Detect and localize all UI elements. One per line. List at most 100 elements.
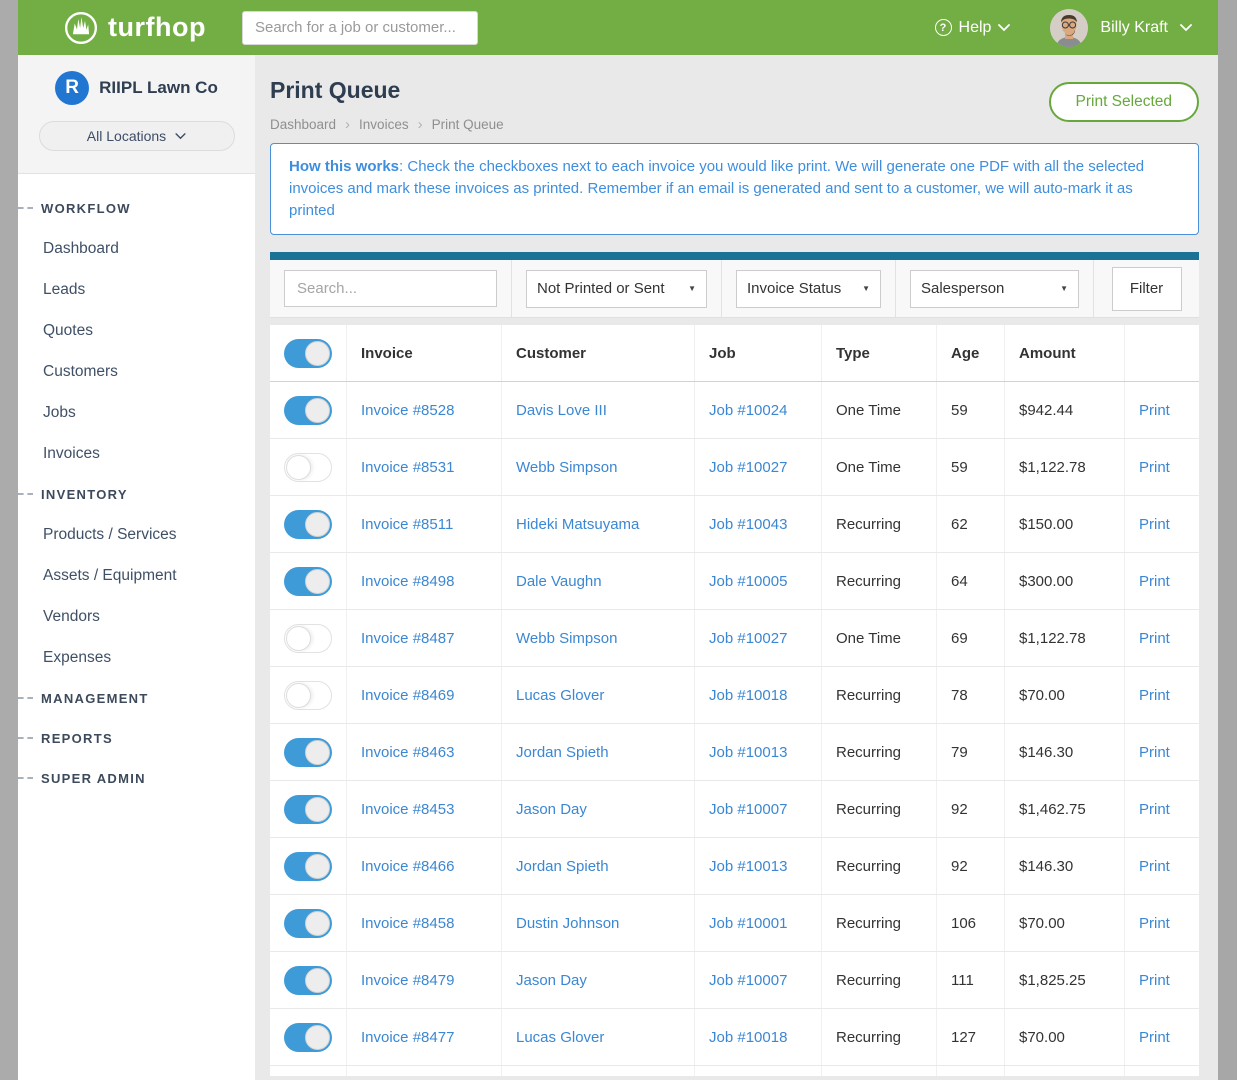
customer-link[interactable]: Jason Day (502, 952, 695, 1008)
customer-link[interactable]: Jason Day (502, 781, 695, 837)
customer-link[interactable]: Webb Simpson (502, 439, 695, 495)
user-name[interactable]: Billy Kraft (1100, 19, 1168, 37)
invoice-status-select[interactable]: Invoice Status ▼ (736, 270, 881, 308)
print-link[interactable]: Print (1125, 838, 1199, 894)
print-link[interactable]: Print (1125, 952, 1199, 1008)
invoice-link[interactable]: Invoice #8477 (347, 1009, 502, 1065)
table-row-partial (270, 1066, 1199, 1076)
column-header-job[interactable]: Job (695, 325, 822, 381)
print-link[interactable]: Print (1125, 724, 1199, 780)
row-select-toggle[interactable] (284, 396, 332, 425)
company[interactable]: R RIIPL Lawn Co (18, 71, 255, 105)
customer-link[interactable]: Dustin Johnson (502, 895, 695, 951)
sidebar-item-dashboard[interactable]: Dashboard (18, 228, 255, 269)
row-select-toggle[interactable] (284, 453, 332, 482)
print-link[interactable]: Print (1125, 1009, 1199, 1065)
job-link[interactable]: Job #10024 (695, 382, 822, 438)
print-link[interactable]: Print (1125, 382, 1199, 438)
invoice-link[interactable]: Invoice #8531 (347, 439, 502, 495)
breadcrumb-item-print-queue[interactable]: Print Queue (432, 117, 504, 132)
invoice-link[interactable]: Invoice #8511 (347, 496, 502, 552)
invoice-age: 92 (937, 781, 1005, 837)
help-menu[interactable]: ? Help (935, 19, 1011, 37)
breadcrumb-item-dashboard[interactable]: Dashboard (270, 117, 336, 132)
sidebar-item-invoices[interactable]: Invoices (18, 433, 255, 474)
row-select-toggle[interactable] (284, 966, 332, 995)
row-select-toggle[interactable] (284, 510, 332, 539)
column-header-type[interactable]: Type (822, 325, 937, 381)
job-link[interactable]: Job #10043 (695, 496, 822, 552)
locations-dropdown[interactable]: All Locations (39, 121, 235, 151)
print-selected-button[interactable]: Print Selected (1049, 82, 1200, 122)
row-select-toggle[interactable] (284, 567, 332, 596)
invoice-link[interactable]: Invoice #8458 (347, 895, 502, 951)
job-link[interactable]: Job #10001 (695, 895, 822, 951)
print-link[interactable]: Print (1125, 553, 1199, 609)
print-link[interactable]: Print (1125, 439, 1199, 495)
column-header-amount[interactable]: Amount (1005, 325, 1125, 381)
invoice-link[interactable]: Invoice #8479 (347, 952, 502, 1008)
sidebar-item-jobs[interactable]: Jobs (18, 392, 255, 433)
invoice-link[interactable]: Invoice #8453 (347, 781, 502, 837)
job-link[interactable]: Job #10027 (695, 439, 822, 495)
job-link[interactable]: Job #10007 (695, 952, 822, 1008)
job-link[interactable]: Job #10018 (695, 667, 822, 723)
customer-link[interactable]: Hideki Matsuyama (502, 496, 695, 552)
column-header-customer[interactable]: Customer (502, 325, 695, 381)
sidebar-item-expenses[interactable]: Expenses (18, 637, 255, 678)
print-link[interactable]: Print (1125, 667, 1199, 723)
table-search-input[interactable] (284, 270, 497, 307)
column-header-invoice[interactable]: Invoice (347, 325, 502, 381)
invoice-link[interactable]: Invoice #8487 (347, 610, 502, 666)
row-select-toggle[interactable] (284, 624, 332, 653)
customer-link[interactable]: Jordan Spieth (502, 838, 695, 894)
row-select-toggle[interactable] (284, 795, 332, 824)
print-link[interactable]: Print (1125, 781, 1199, 837)
table-row: Invoice #8487 Webb Simpson Job #10027 On… (270, 610, 1199, 667)
job-link[interactable]: Job #10007 (695, 781, 822, 837)
invoice-link[interactable]: Invoice #8528 (347, 382, 502, 438)
user-chevron-down-icon[interactable] (1180, 24, 1192, 32)
invoice-link[interactable]: Invoice #8469 (347, 667, 502, 723)
row-select-toggle[interactable] (284, 909, 332, 938)
customer-link[interactable]: Webb Simpson (502, 610, 695, 666)
row-select-toggle[interactable] (284, 738, 332, 767)
customer-link[interactable]: Lucas Glover (502, 667, 695, 723)
breadcrumb-item-invoices[interactable]: Invoices (359, 117, 409, 132)
invoice-link[interactable]: Invoice #8463 (347, 724, 502, 780)
invoice-link[interactable]: Invoice #8466 (347, 838, 502, 894)
sidebar-item-customers[interactable]: Customers (18, 351, 255, 392)
job-link[interactable]: Job #10018 (695, 1009, 822, 1065)
row-select-toggle[interactable] (284, 681, 332, 710)
salesperson-select[interactable]: Salesperson ▼ (910, 270, 1079, 308)
customer-link[interactable]: Davis Love III (502, 382, 695, 438)
customer-link[interactable]: Jordan Spieth (502, 724, 695, 780)
sidebar-item-assets-equipment[interactable]: Assets / Equipment (18, 555, 255, 596)
filter-button[interactable]: Filter (1112, 267, 1182, 311)
job-link[interactable]: Job #10013 (695, 838, 822, 894)
print-link[interactable]: Print (1125, 895, 1199, 951)
right-scrollbar[interactable] (1218, 0, 1237, 1080)
printed-status-select[interactable]: Not Printed or Sent ▼ (526, 270, 707, 308)
job-link[interactable]: Job #10027 (695, 610, 822, 666)
customer-link[interactable]: Dale Vaughn (502, 553, 695, 609)
column-header-age[interactable]: Age (937, 325, 1005, 381)
invoice-link[interactable]: Invoice #8498 (347, 553, 502, 609)
sidebar-item-leads[interactable]: Leads (18, 269, 255, 310)
table-row: Invoice #8477 Lucas Glover Job #10018 Re… (270, 1009, 1199, 1066)
sidebar-item-products-services[interactable]: Products / Services (18, 514, 255, 555)
user-avatar[interactable] (1050, 9, 1088, 47)
job-link[interactable]: Job #10005 (695, 553, 822, 609)
app-logo[interactable]: turfhop (63, 10, 206, 46)
customer-link[interactable]: Lucas Glover (502, 1009, 695, 1065)
sidebar-item-vendors[interactable]: Vendors (18, 596, 255, 637)
select-all-toggle[interactable] (284, 339, 332, 368)
global-search-input[interactable] (242, 11, 478, 45)
row-select-toggle[interactable] (284, 1023, 332, 1052)
job-link[interactable]: Job #10013 (695, 724, 822, 780)
sidebar-item-quotes[interactable]: Quotes (18, 310, 255, 351)
print-link[interactable]: Print (1125, 610, 1199, 666)
row-select-toggle[interactable] (284, 852, 332, 881)
invoice-type: Recurring (822, 553, 937, 609)
print-link[interactable]: Print (1125, 496, 1199, 552)
